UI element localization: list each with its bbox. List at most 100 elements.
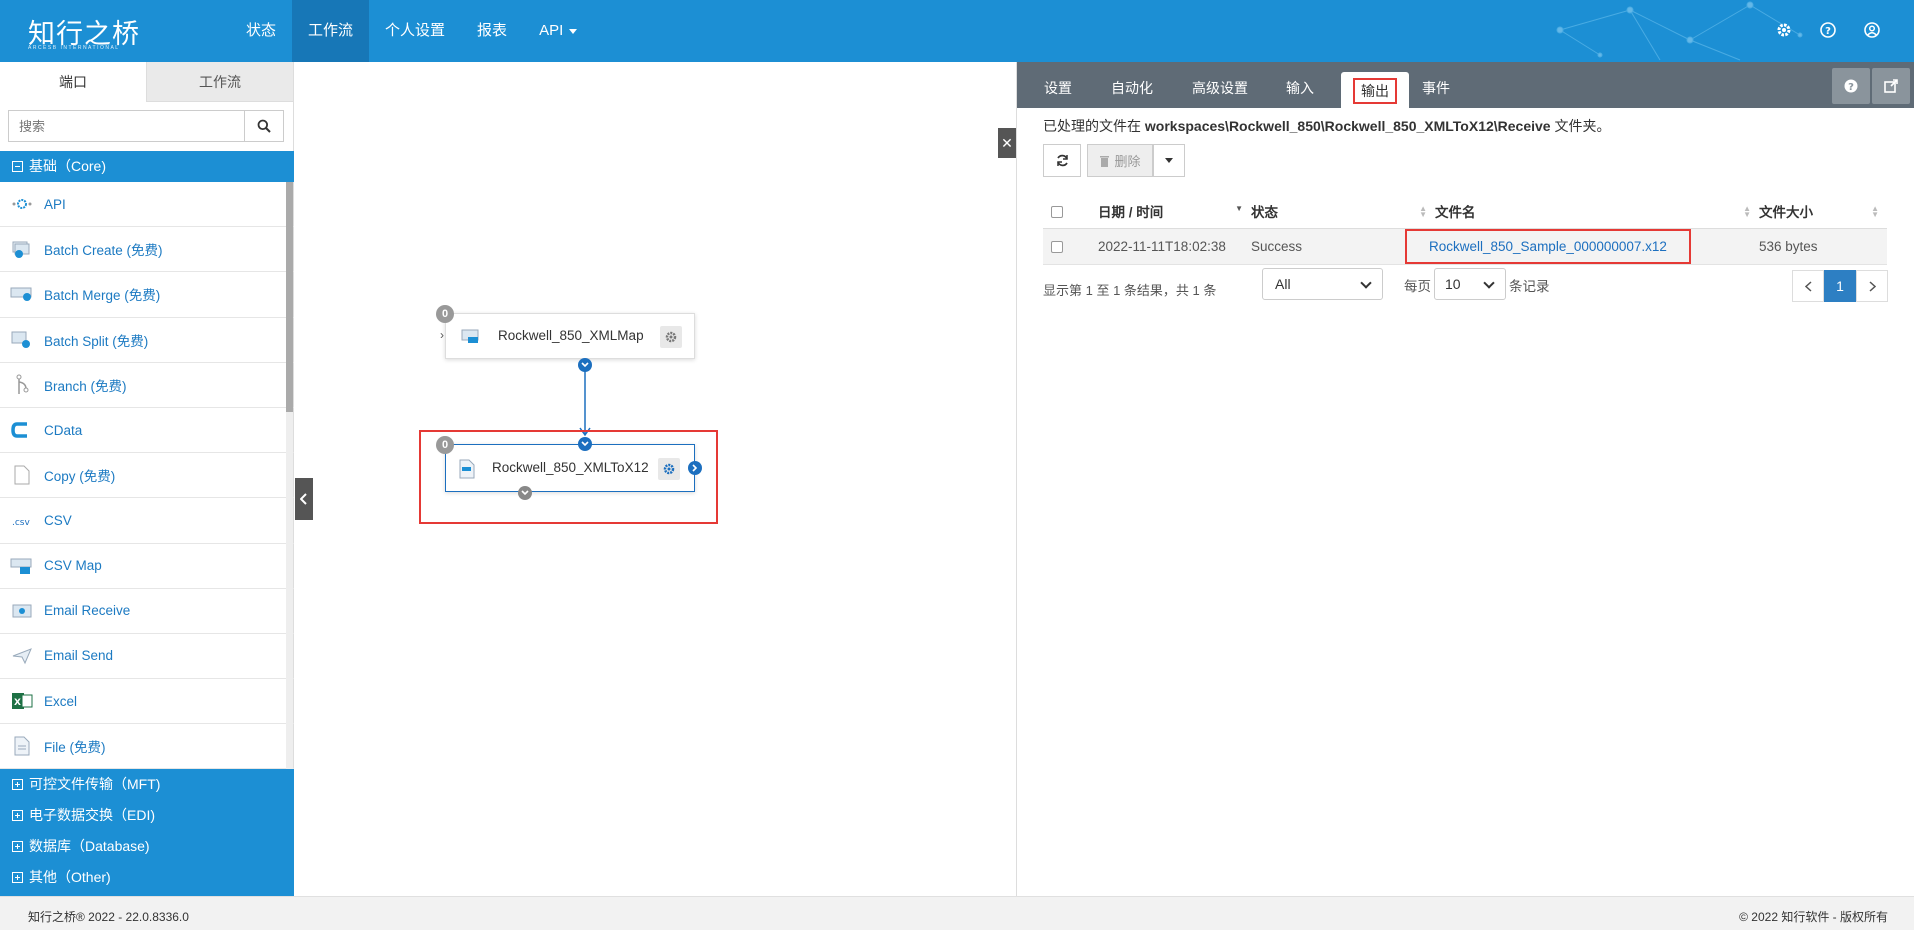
group-mft[interactable]: 可控文件传输（MFT) [0,769,294,800]
col-filename[interactable]: 文件名 ▲ ▼ [1435,194,1759,229]
workflow-canvas[interactable]: Rockwell_850_XMLMap 0 › Rockwell_850_XML… [295,62,1016,896]
tab-automation[interactable]: 自动化 [1111,62,1153,108]
workflow-node-xmlmap[interactable]: Rockwell_850_XMLMap [445,313,695,359]
tab-workflows[interactable]: 工作流 [147,62,293,102]
search-button[interactable] [244,110,284,142]
tab-connectors[interactable]: 端口 [0,62,147,102]
page-size-value: 10 [1445,276,1461,292]
connector-label: CSV Map [44,558,102,574]
group-core-label: 基础（Core) [29,158,107,174]
connector-item[interactable]: Batch Create (免费) [0,227,294,273]
tab-output[interactable]: 输出 [1341,72,1409,108]
delete-label: 删除 [1114,154,1141,169]
output-port[interactable] [578,358,592,372]
collapse-sidebar-button[interactable] [295,478,313,520]
chevron-down-icon [1360,277,1372,289]
connector-label: Branch (免费) [44,378,127,394]
open-external-button[interactable] [1872,68,1910,104]
batch-merge-icon [10,283,34,305]
user-account-icon[interactable] [1860,18,1884,42]
connector-item[interactable]: File (免费) [0,724,294,769]
output-files-table: 日期 / 时间 ▼ 状态 ▲ ▼ 文件名 ▲ ▼ 文件大小 ▲ ▼ 2022-11-11T18… [1043,194,1887,265]
col-status-label: 状态 [1251,204,1278,220]
group-other[interactable]: 其他（Other) [0,862,294,896]
connector-item[interactable]: .csv CSV [0,498,294,544]
scrollbar-thumb[interactable] [286,182,293,412]
connector-label: Excel [44,693,78,709]
connector-item[interactable]: Email Send [0,634,294,680]
help-icon[interactable]: ? [1816,18,1840,42]
search-input[interactable] [8,110,244,142]
more-actions-dropdown[interactable] [1153,144,1185,177]
col-filesize[interactable]: 文件大小 ▲ ▼ [1759,194,1887,229]
sidebar-scrollbar[interactable] [286,182,293,769]
connector-item[interactable]: API [0,182,294,228]
connector-label: Batch Merge (免费) [44,288,161,304]
chevron-right-icon: › [440,328,444,342]
logo[interactable]: 知行之桥 ARCESB INTERNATIONAL [28,12,143,52]
filter-select[interactable]: All [1262,268,1383,300]
connector-item[interactable]: Batch Merge (免费) [0,272,294,318]
collapse-icon [12,161,23,172]
table-row[interactable]: 2022-11-11T18:02:38 Success Rockwell_850… [1043,228,1887,265]
settings-gear-icon[interactable] [1772,18,1796,42]
group-core[interactable]: 基础（Core) [0,151,294,182]
tab-settings[interactable]: 设置 [1044,62,1072,108]
connector-item[interactable]: CSV Map [0,544,294,589]
group-mft-label: 可控文件传输（MFT) [29,776,161,792]
file-download-link[interactable]: Rockwell_850_Sample_000000007.x12 [1405,228,1691,264]
group-edi[interactable]: 电子数据交换（EDI) [0,800,294,831]
panel-help-button[interactable]: ? [1832,68,1870,104]
help-icon: ? [1844,79,1858,93]
expand-icon [12,872,23,883]
col-status[interactable]: 状态 ▲ ▼ [1251,194,1435,229]
expand-icon [12,779,23,790]
nav-api[interactable]: API [523,0,593,62]
col-datetime[interactable]: 日期 / 时间 ▼ [1098,194,1251,229]
nav-profile[interactable]: 个人设置 [369,0,461,62]
cell-filename: Rockwell_850_Sample_000000007.x12 [1405,228,1759,265]
batch-create-icon [10,238,34,260]
tab-advanced[interactable]: 高级设置 [1192,62,1248,108]
page-1-button[interactable]: 1 [1824,270,1856,302]
row-checkbox[interactable] [1051,240,1063,253]
node-name: Rockwell_850_XMLMap [498,328,644,343]
copyright: © 2022 知行软件 - 版权所有 [1739,910,1888,924]
connector-label: CSV [44,512,72,528]
select-all-checkbox[interactable] [1051,205,1063,218]
svg-text:.csv: .csv [12,518,30,528]
connector-item[interactable]: CData [0,408,294,454]
next-page-button[interactable] [1856,270,1888,302]
connector-item[interactable]: Copy (免费) [0,453,294,499]
nav-status[interactable]: 状态 [230,0,292,62]
tab-events[interactable]: 事件 [1422,62,1450,108]
records-label: 条记录 [1509,279,1550,294]
connector-label: Batch Split (免费) [44,333,149,349]
connector-label: Email Send [44,648,114,664]
chevron-left-icon [1804,280,1812,292]
connector-item[interactable]: Email Receive [0,589,294,634]
group-database[interactable]: 数据库（Database) [0,831,294,862]
tab-input[interactable]: 输入 [1286,62,1314,108]
delete-button[interactable]: 删除 [1087,144,1153,177]
branch-icon [10,374,34,396]
refresh-button[interactable] [1043,144,1081,177]
connector-item[interactable]: Branch (免费) [0,363,294,408]
svg-text:X: X [14,698,21,708]
copy-icon [10,464,34,486]
close-panel-button[interactable]: ✕ [998,128,1016,158]
file-icon [10,735,34,757]
nav-workflow[interactable]: 工作流 [292,0,370,62]
version-info: 知行之桥® 2022 - 22.0.8336.0 [28,910,189,924]
connector-item[interactable]: X Excel [0,679,294,725]
connector-item[interactable]: Batch Split (免费) [0,318,294,363]
gear-icon[interactable] [660,326,682,348]
prev-page-button[interactable] [1792,270,1824,302]
trash-icon [1100,155,1110,167]
processed-folder-info: 已处理的文件在 workspaces\Rockwell_850\Rockwell… [1043,116,1610,136]
sort-icon: ▲ ▼ [1743,204,1751,219]
nav-reports[interactable]: 报表 [461,0,523,62]
connector-label: API [44,196,66,212]
node-count-badge: 0 [436,305,454,323]
page-size-select[interactable]: 10 [1434,268,1506,300]
